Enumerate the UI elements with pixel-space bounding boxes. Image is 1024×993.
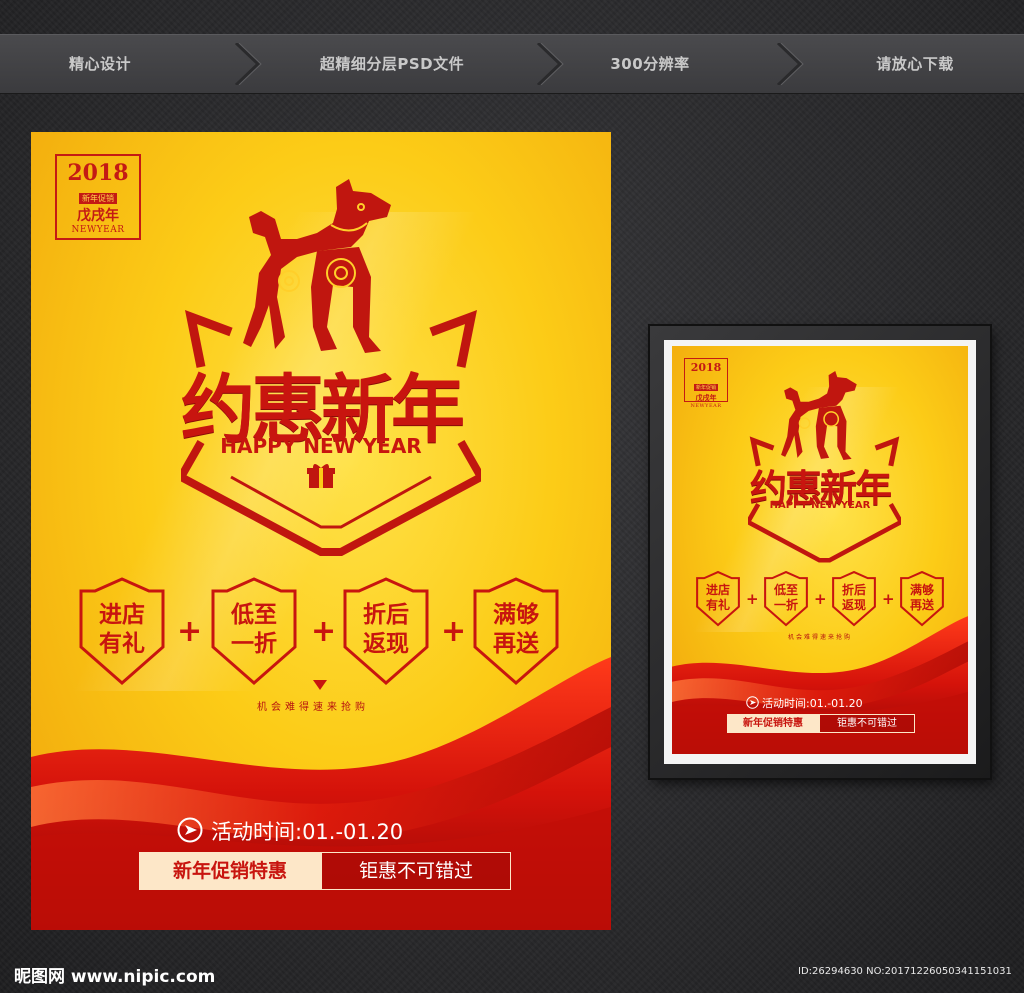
year-stamp: 2018 新年促销 戊戌年 NEWYEAR bbox=[55, 154, 141, 240]
feature-banner: 精心设计 超精细分层PSD文件 300分辨率 请放心下载 bbox=[0, 34, 1024, 94]
small-event-time: 活动时间:01.-01.20 bbox=[762, 697, 863, 710]
large-poster: 2018 新年促销 戊戌年 NEWYEAR 约惠新年 HAPPY NEW YEA… bbox=[31, 132, 611, 930]
small-year-stamp: 2018 新年促销 戊戌年 NEWYEAR bbox=[684, 358, 728, 409]
play-arrow-icon bbox=[177, 817, 203, 843]
small-promo-label: 新年促销特惠 bbox=[727, 714, 819, 733]
feature-3: 300分辨率 bbox=[610, 55, 690, 73]
image-id: ID:26294630 NO:20171226050341151031 bbox=[798, 966, 1012, 977]
event-time: 活动时间:01.-01.20 bbox=[211, 820, 404, 844]
feature-2: 超精细分层PSD文件 bbox=[319, 55, 465, 73]
promo-slogan: 钜惠不可错过 bbox=[321, 852, 511, 890]
small-promo-slogan: 钜惠不可错过 bbox=[819, 714, 915, 733]
divider-chevron-icon bbox=[776, 43, 804, 85]
promo-label: 新年促销特惠 bbox=[139, 852, 321, 890]
gift-icon bbox=[307, 464, 335, 488]
subtitle: HAPPY NEW YEAR bbox=[220, 434, 422, 458]
small-play-arrow-icon bbox=[746, 696, 759, 709]
site-watermark: 昵图网 www.nipic.com bbox=[14, 967, 216, 987]
small-subtitle: HAPPY NEW YEAR bbox=[769, 500, 871, 511]
feature-1: 精心设计 bbox=[68, 55, 131, 73]
small-poster: 2018 新年促销 戊戌年 NEWYEAR 约惠新年 HAPPY NEW YEA… bbox=[672, 346, 968, 754]
framed-poster-mockup: 2018 新年促销 戊戌年 NEWYEAR 约惠新年 HAPPY NEW YEA… bbox=[650, 326, 990, 778]
feature-4: 请放心下载 bbox=[876, 55, 954, 73]
